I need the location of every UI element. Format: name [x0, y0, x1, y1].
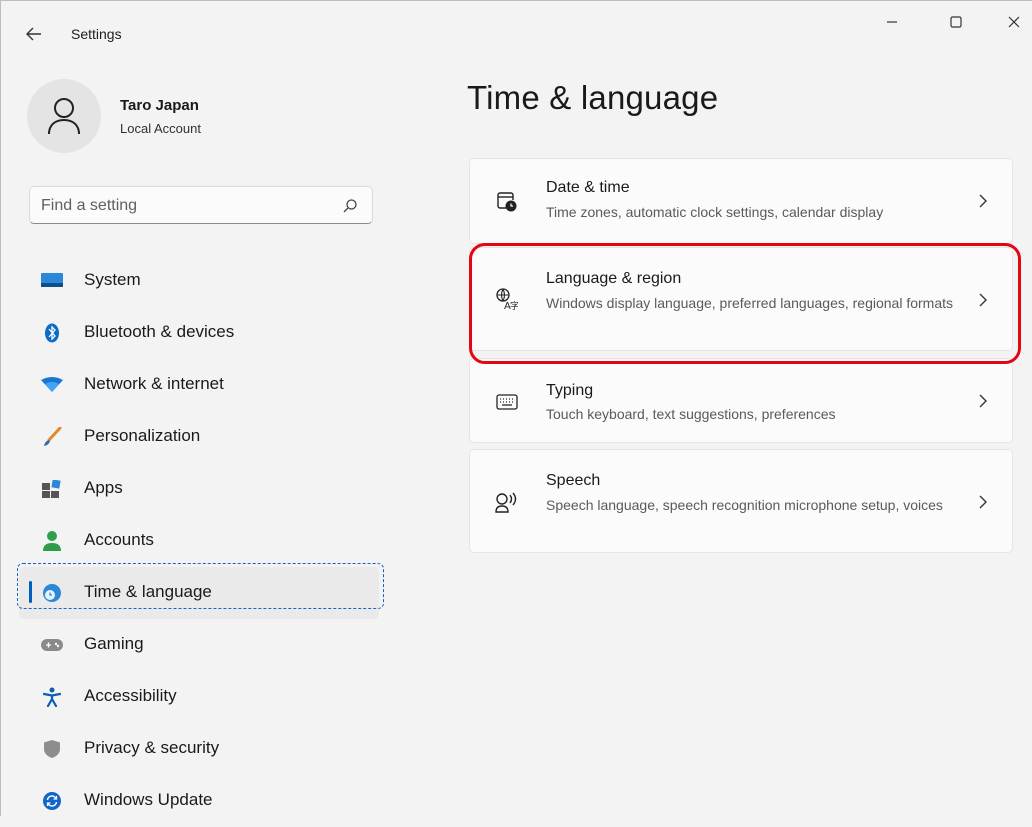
sidebar-nav: System Bluetooth & devices Network & int… — [19, 255, 379, 827]
back-button[interactable] — [21, 21, 47, 47]
close-button[interactable] — [991, 7, 1032, 37]
title-bar: Settings — [1, 1, 1032, 61]
maximize-icon — [950, 16, 962, 28]
sidebar-item-bluetooth[interactable]: Bluetooth & devices — [19, 307, 379, 359]
chevron-right-icon — [979, 495, 987, 509]
sidebar-item-label: Personalization — [84, 426, 201, 445]
sidebar-item-personalization[interactable]: Personalization — [19, 411, 379, 463]
settings-window: Settings Taro Japan Local Account Find a… — [0, 0, 1032, 816]
sidebar-item-privacy[interactable]: Privacy & security — [19, 723, 379, 775]
chevron-right-icon — [979, 394, 987, 408]
sidebar-item-apps[interactable]: Apps — [19, 463, 379, 515]
monitor-icon — [41, 271, 63, 291]
search-placeholder: Find a setting — [41, 197, 138, 214]
sidebar-item-label: Network & internet — [84, 374, 224, 393]
minimize-button[interactable] — [869, 7, 915, 37]
brush-icon — [41, 427, 63, 447]
sidebar-item-label: Time & language — [84, 582, 212, 601]
wifi-icon — [41, 375, 63, 395]
card-description: Touch keyboard, text suggestions, prefer… — [546, 406, 836, 422]
update-icon — [41, 791, 63, 811]
card-date-time[interactable]: Date & time Time zones, automatic clock … — [469, 158, 1013, 244]
gamepad-icon — [41, 635, 63, 655]
globe-clock-icon — [41, 583, 63, 603]
card-language-region[interactable]: A字 Language & region Windows display lan… — [469, 247, 1013, 351]
card-typing[interactable]: Typing Touch keyboard, text suggestions,… — [469, 358, 1013, 443]
sidebar-item-label: System — [84, 270, 141, 289]
close-icon — [1008, 16, 1020, 28]
calendar-clock-icon — [494, 189, 520, 215]
bluetooth-icon — [41, 323, 63, 343]
sidebar-item-label: Accounts — [84, 530, 154, 549]
sidebar-item-accessibility[interactable]: Accessibility — [19, 671, 379, 723]
sidebar-item-label: Gaming — [84, 634, 144, 653]
app-title: Settings — [71, 26, 122, 42]
chevron-right-icon — [979, 194, 987, 208]
language-icon: A字 — [494, 286, 520, 312]
account-type: Local Account — [120, 121, 201, 136]
avatar[interactable] — [27, 79, 101, 153]
card-description: Time zones, automatic clock settings, ca… — [546, 204, 884, 220]
search-icon — [343, 199, 357, 213]
card-title: Typing — [546, 382, 594, 399]
maximize-button[interactable] — [933, 7, 979, 37]
minimize-icon — [887, 21, 897, 23]
accessibility-icon — [41, 687, 63, 707]
person-icon — [41, 531, 63, 551]
user-name: Taro Japan — [120, 97, 199, 114]
sidebar-item-windows-update[interactable]: Windows Update — [19, 775, 379, 827]
card-title: Language & region — [546, 270, 682, 287]
person-icon — [48, 98, 80, 135]
sidebar-item-label: Accessibility — [84, 686, 177, 705]
sidebar-item-gaming[interactable]: Gaming — [19, 619, 379, 671]
card-description: Windows display language, preferred lang… — [546, 295, 954, 311]
sidebar-item-system[interactable]: System — [19, 255, 379, 307]
card-description: Speech language, speech recognition micr… — [546, 497, 943, 513]
sidebar-item-label: Bluetooth & devices — [84, 322, 235, 341]
keyboard-icon — [494, 389, 520, 415]
apps-icon — [41, 479, 63, 499]
search-input[interactable]: Find a setting — [29, 186, 373, 224]
sidebar-item-accounts[interactable]: Accounts — [19, 515, 379, 567]
svg-text:字: 字 — [510, 300, 518, 310]
speech-icon — [494, 490, 520, 516]
sidebar-item-time-language[interactable]: Time & language — [19, 567, 379, 619]
card-title: Date & time — [546, 179, 630, 196]
selection-indicator — [29, 581, 32, 603]
sidebar-item-label: Windows Update — [84, 790, 213, 809]
card-title: Speech — [546, 472, 601, 489]
chevron-right-icon — [979, 293, 987, 307]
card-speech[interactable]: Speech Speech language, speech recogniti… — [469, 449, 1013, 553]
sidebar-item-network[interactable]: Network & internet — [19, 359, 379, 411]
sidebar-item-label: Privacy & security — [84, 738, 220, 757]
shield-icon — [41, 739, 63, 759]
sidebar-item-label: Apps — [84, 478, 123, 497]
back-arrow-icon — [26, 27, 41, 41]
page-title: Time & language — [467, 79, 719, 116]
